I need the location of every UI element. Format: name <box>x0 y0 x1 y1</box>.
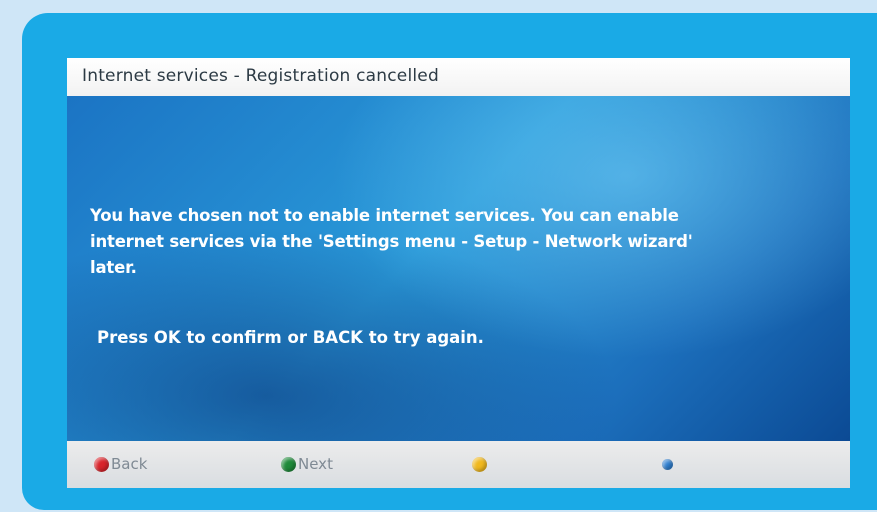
next-button[interactable]: Next <box>281 454 333 474</box>
message-line: later. <box>90 258 137 277</box>
message-line: You have chosen not to enable internet s… <box>90 206 679 225</box>
confirm-instruction: Press OK to confirm or BACK to try again… <box>97 328 484 347</box>
yellow-button-icon <box>472 456 487 472</box>
blue-key-button[interactable] <box>662 454 673 474</box>
next-button-label: Next <box>298 455 333 473</box>
dialog-screen: Internet services - Registration cancell… <box>67 58 850 488</box>
dialog-title: Internet services - Registration cancell… <box>82 66 439 86</box>
red-button-icon <box>94 456 109 472</box>
dialog-message: You have chosen not to enable internet s… <box>90 203 845 281</box>
dialog-content: You have chosen not to enable internet s… <box>67 96 850 441</box>
back-button-label: Back <box>111 455 148 473</box>
title-bar: Internet services - Registration cancell… <box>67 58 850 97</box>
soft-key-bar: Back Next <box>67 441 850 488</box>
yellow-key-button[interactable] <box>472 454 487 474</box>
message-line: internet services via the 'Settings menu… <box>90 232 693 251</box>
blue-button-icon <box>662 458 673 470</box>
back-button[interactable]: Back <box>94 454 147 474</box>
green-button-icon <box>281 456 296 472</box>
